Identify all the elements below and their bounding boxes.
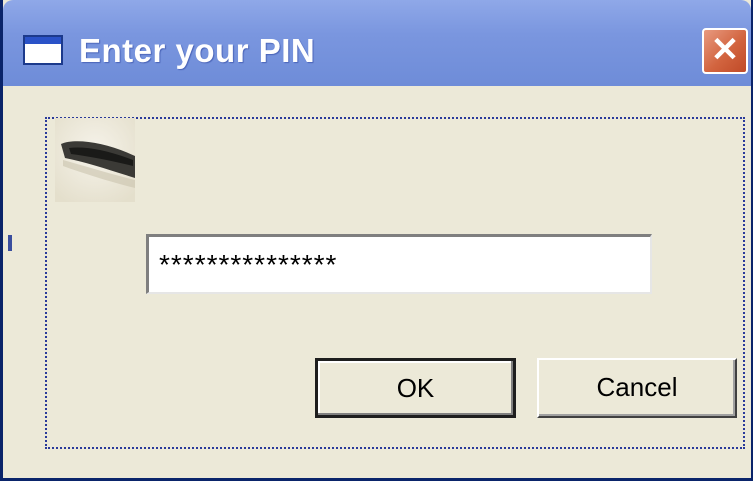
window-icon — [23, 35, 63, 65]
security-lock-image — [55, 118, 135, 202]
cancel-button[interactable]: Cancel — [537, 358, 737, 418]
pin-dialog: Enter your PIN ✕ OK Cancel — [0, 0, 753, 481]
window-title: Enter your PIN — [79, 32, 316, 69]
lock-image-icon — [55, 118, 135, 202]
ok-button[interactable]: OK — [315, 358, 516, 418]
title-bar[interactable]: Enter your PIN ✕ — [3, 0, 751, 86]
close-button[interactable]: ✕ — [702, 28, 748, 74]
window-edge-mark — [8, 235, 12, 251]
pin-input[interactable] — [146, 234, 652, 294]
